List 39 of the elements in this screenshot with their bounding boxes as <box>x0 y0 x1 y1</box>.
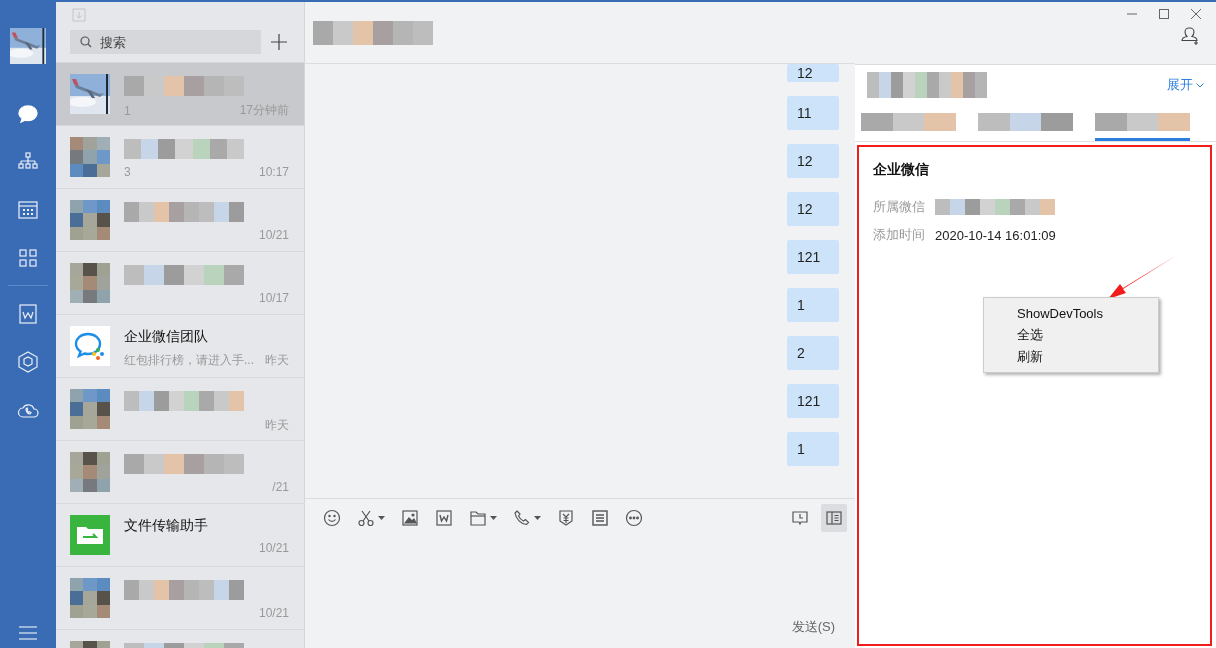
message-bubble: 12 <box>787 64 839 82</box>
chat-item[interactable]: 10/17 <box>56 251 304 314</box>
chat-item[interactable]: 3 10:17 <box>56 125 304 188</box>
search-field[interactable]: 搜索 <box>70 30 261 54</box>
message-bubble: 12 <box>787 144 839 178</box>
message-bubble: 121 <box>787 384 839 418</box>
message-bubble: 2 <box>787 336 839 370</box>
card-title: 企业微信 <box>873 161 930 179</box>
message-bubble: 12 <box>787 192 839 226</box>
chat-item[interactable]: 文件传输助手 10/21 <box>56 503 304 566</box>
chat-item[interactable]: 10/21 <box>56 566 304 629</box>
chat-item[interactable]: 10/21 <box>56 188 304 251</box>
message-bubble: 1 <box>787 432 839 466</box>
timestamp: 10/21 <box>258 541 289 555</box>
timestamp: 昨天 <box>265 417 289 434</box>
field-label: 添加时间 <box>873 226 925 244</box>
field-label: 所属微信 <box>873 198 925 216</box>
chat-item[interactable]: 昨天 <box>56 377 304 440</box>
message-preview: 红包排行榜，请进入手... <box>124 352 254 369</box>
menu-item[interactable]: 全选 <box>984 324 1158 346</box>
message-bubble: 11 <box>787 96 839 130</box>
timestamp: /21 <box>272 480 289 494</box>
timestamp: 10/21 <box>258 606 289 620</box>
timestamp: 昨天 <box>265 352 289 369</box>
message-bubble: 1 <box>787 288 839 322</box>
chat-name: 文件传输助手 <box>124 517 209 535</box>
send-button[interactable]: 发送(S) <box>791 618 835 636</box>
chat-item[interactable]: 企业微信团队 红包排行榜，请进入手... 昨天 <box>56 314 304 377</box>
menu-item[interactable]: ShowDevTools <box>984 302 1158 324</box>
expand-link[interactable]: 展开 <box>1167 76 1204 94</box>
chat-name: 企业微信团队 <box>124 328 209 346</box>
field-value: 2020-10-14 16:01:09 <box>935 227 1056 243</box>
timestamp: 10/21 <box>258 228 289 242</box>
timestamp: 10/17 <box>258 291 289 305</box>
chat-item[interactable]: /21 <box>56 440 304 503</box>
timestamp: 10:17 <box>258 165 289 179</box>
message-bubble: 121 <box>787 240 839 274</box>
menu-item[interactable]: 刷新 <box>984 346 1158 368</box>
message-preview: 3 <box>124 165 131 179</box>
